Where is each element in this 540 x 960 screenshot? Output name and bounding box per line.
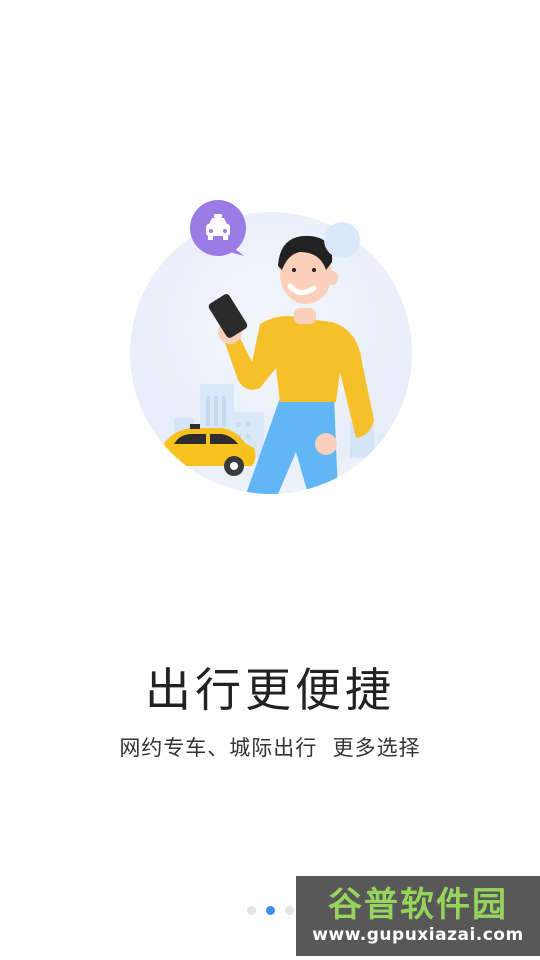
illustration-circle bbox=[130, 212, 412, 494]
onboarding-title: 出行更便捷 bbox=[145, 663, 395, 717]
decorative-bubble bbox=[324, 222, 360, 258]
watermark-title: 谷普软件园 bbox=[328, 885, 508, 925]
page-dot-2-active[interactable] bbox=[265, 906, 275, 915]
page-dot-1[interactable] bbox=[246, 906, 256, 915]
page-dot-3[interactable] bbox=[284, 906, 294, 915]
watermark-url: www.gupuxiazai.com bbox=[312, 925, 524, 945]
onboarding-illustration bbox=[128, 198, 418, 498]
city-scene bbox=[130, 235, 412, 494]
onboarding-screen: 出行更便捷 网约专车、城际出行 更多选择 谷普软件园 www.gupuxiaza… bbox=[0, 0, 540, 960]
taxi-icon bbox=[190, 200, 248, 258]
watermark-logo: 谷普软件园 www.gupuxiazai.com bbox=[296, 876, 540, 956]
onboarding-subtitle: 网约专车、城际出行 更多选择 bbox=[119, 736, 421, 760]
